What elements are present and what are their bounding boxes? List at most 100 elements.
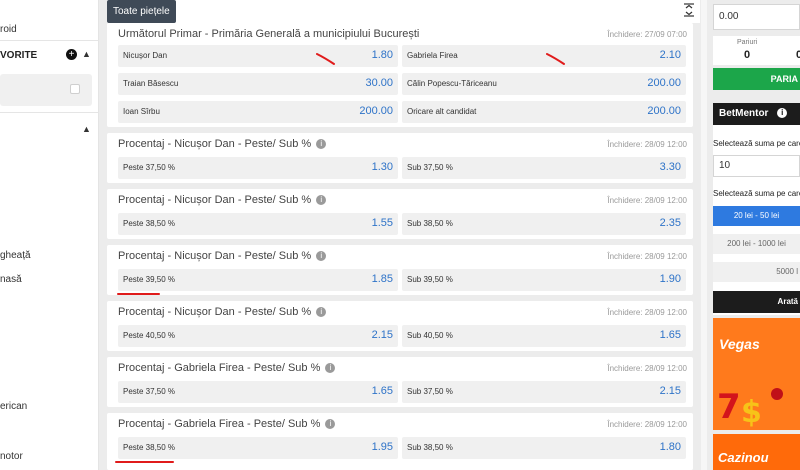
sidebar-item[interactable]: notor: [0, 451, 23, 462]
market-close-time: Închidere: 28/09 12:00: [607, 140, 687, 149]
odd-button[interactable]: Călin Popescu-Tăriceanu 200.00: [402, 73, 686, 95]
odd-price: 1.65: [659, 329, 681, 341]
favorites-header[interactable]: VORITE + ▲: [0, 46, 99, 66]
odd-price: 200.00: [359, 105, 393, 117]
market-card: Procentaj - Nicușor Dan - Peste/ Sub % i…: [107, 245, 693, 295]
odd-price: 3.30: [659, 161, 681, 173]
odd-button[interactable]: Gabriela Firea 2.10: [402, 45, 686, 67]
market-card: Procentaj - Nicușor Dan - Peste/ Sub % i…: [107, 301, 693, 351]
selection-name: Peste 40,50 %: [123, 331, 176, 340]
market-title[interactable]: Procentaj - Nicușor Dan - Peste/ Sub % i: [118, 194, 327, 206]
collapse-all-icon[interactable]: [683, 3, 695, 17]
show-button[interactable]: Arată: [713, 291, 800, 313]
counter-left: 0: [744, 49, 751, 61]
annotation-mark: [546, 53, 565, 65]
tab-all-markets[interactable]: Toate piețele: [107, 0, 176, 23]
odd-price: 1.80: [659, 441, 681, 453]
betmentor-header: BetMentor i: [713, 103, 800, 125]
odd-button[interactable]: Sub 37,50 % 3.30: [402, 157, 686, 179]
divider: [0, 40, 99, 41]
odd-button[interactable]: Peste 38,50 % 1.55: [118, 213, 398, 235]
market-close-time: Închidere: 28/09 12:00: [607, 364, 687, 373]
sidebar-item[interactable]: gheață: [0, 250, 31, 261]
range-option[interactable]: 200 lei - 1000 lei: [713, 234, 800, 254]
selection-name: Sub 37,50 %: [407, 163, 453, 172]
odd-button[interactable]: Peste 40,50 % 2.15: [118, 325, 398, 347]
selection-name: Ioan Sîrbu: [123, 107, 160, 116]
info-icon[interactable]: i: [777, 108, 788, 119]
selection-name: Sub 37,50 %: [407, 387, 453, 396]
svg-text:$: $: [741, 395, 762, 428]
odd-price: 2.35: [659, 217, 681, 229]
sidebar-item[interactable]: erican: [0, 401, 27, 412]
chevron-up-icon[interactable]: ▲: [82, 49, 91, 59]
odd-button[interactable]: Oricare alt candidat 200.00: [402, 101, 686, 123]
odd-button[interactable]: Sub 38,50 % 2.35: [402, 213, 686, 235]
odd-button[interactable]: Sub 37,50 % 2.15: [402, 381, 686, 403]
counter-label: Pariuri: [737, 39, 758, 46]
selection-name: Peste 39,50 %: [123, 275, 176, 284]
selection-name: Peste 37,50 %: [123, 387, 176, 396]
info-icon[interactable]: i: [325, 363, 336, 374]
info-icon[interactable]: i: [325, 419, 336, 430]
selection-name: Nicușor Dan: [123, 51, 168, 60]
divider: [0, 112, 99, 113]
range-option[interactable]: 5000 l: [713, 262, 800, 282]
odd-price: 1.55: [371, 217, 393, 229]
market-title[interactable]: Procentaj - Nicușor Dan - Peste/ Sub % i: [118, 250, 327, 262]
market-card: Următorul Primar - Primăria Generală a m…: [107, 23, 693, 127]
favorite-checkbox[interactable]: [70, 84, 80, 94]
annotation-underline: [115, 461, 174, 463]
selection-name: Traian Băsescu: [123, 79, 179, 88]
odd-button[interactable]: Peste 38,50 % 1.95: [118, 437, 398, 459]
info-icon[interactable]: i: [316, 139, 327, 150]
sidebar-item[interactable]: nasă: [0, 274, 22, 285]
left-sidebar: roid VORITE + ▲ ▲ gheață nasă erican not…: [0, 0, 99, 470]
casino-ad-banner[interactable]: Cazinou: [713, 434, 800, 470]
odd-button[interactable]: Sub 39,50 % 1.90: [402, 269, 686, 291]
odd-price: 2.10: [659, 49, 681, 61]
odd-price: 1.90: [659, 273, 681, 285]
odd-price: 1.80: [371, 49, 393, 61]
market-toolbar: Toate piețele: [107, 0, 700, 23]
odd-button[interactable]: Traian Băsescu 30.00: [118, 73, 398, 95]
market-title[interactable]: Procentaj - Nicușor Dan - Peste/ Sub % i: [118, 306, 327, 318]
betslip-panel: 0.00 Pariuri 0 0 PARIA BetMentor i Selec…: [707, 0, 800, 470]
odd-button[interactable]: Nicușor Dan 1.80: [118, 45, 398, 67]
market-title[interactable]: Procentaj - Gabriela Firea - Peste/ Sub …: [118, 418, 336, 430]
odd-price: 30.00: [365, 77, 393, 89]
market-title[interactable]: Procentaj - Gabriela Firea - Peste/ Sub …: [118, 362, 336, 374]
place-bet-button[interactable]: PARIA: [713, 68, 800, 90]
range-option[interactable]: 20 lei - 50 lei: [713, 206, 800, 226]
betmentor-amount-input[interactable]: 10: [713, 155, 800, 177]
selection-name: Sub 38,50 %: [407, 443, 453, 452]
odd-price: 2.15: [371, 329, 393, 341]
svg-text:7: 7: [717, 387, 741, 427]
odd-button[interactable]: Peste 37,50 % 1.65: [118, 381, 398, 403]
counter-right: 0: [796, 49, 800, 61]
favorites-title: VORITE: [0, 50, 38, 61]
plus-icon[interactable]: +: [66, 49, 77, 60]
odd-button[interactable]: Ioan Sîrbu 200.00: [118, 101, 398, 123]
ad-title: Cazinou: [718, 450, 769, 465]
odd-button[interactable]: Peste 39,50 % 1.85: [118, 269, 398, 291]
market-title[interactable]: Procentaj - Nicușor Dan - Peste/ Sub % i: [118, 138, 327, 150]
info-icon[interactable]: i: [316, 251, 327, 262]
stake-input[interactable]: 0.00: [713, 4, 800, 30]
odd-button[interactable]: Sub 40,50 % 1.65: [402, 325, 686, 347]
info-icon[interactable]: i: [316, 195, 327, 206]
favorites-box: [0, 74, 92, 106]
market-close-time: Închidere: 28/09 12:00: [607, 308, 687, 317]
odd-button[interactable]: Sub 38,50 % 1.80: [402, 437, 686, 459]
odd-button[interactable]: Peste 37,50 % 1.30: [118, 157, 398, 179]
chevron-up-icon[interactable]: ▲: [82, 124, 91, 134]
select-amount-label: Selectează suma pe care: [713, 139, 800, 148]
info-icon[interactable]: i: [316, 307, 327, 318]
select-range-label: Selectează suma pe care: [713, 189, 800, 198]
betmentor-title: BetMentor: [719, 108, 769, 119]
casino-ad-banner[interactable]: Vegas 7 $: [713, 318, 800, 430]
market-title[interactable]: Următorul Primar - Primăria Generală a m…: [118, 28, 419, 40]
markets-panel: Toate piețele Următorul Primar - Primări…: [107, 0, 700, 470]
market-card: Procentaj - Nicușor Dan - Peste/ Sub % i…: [107, 189, 693, 239]
sidebar-item-top[interactable]: roid: [0, 24, 17, 35]
